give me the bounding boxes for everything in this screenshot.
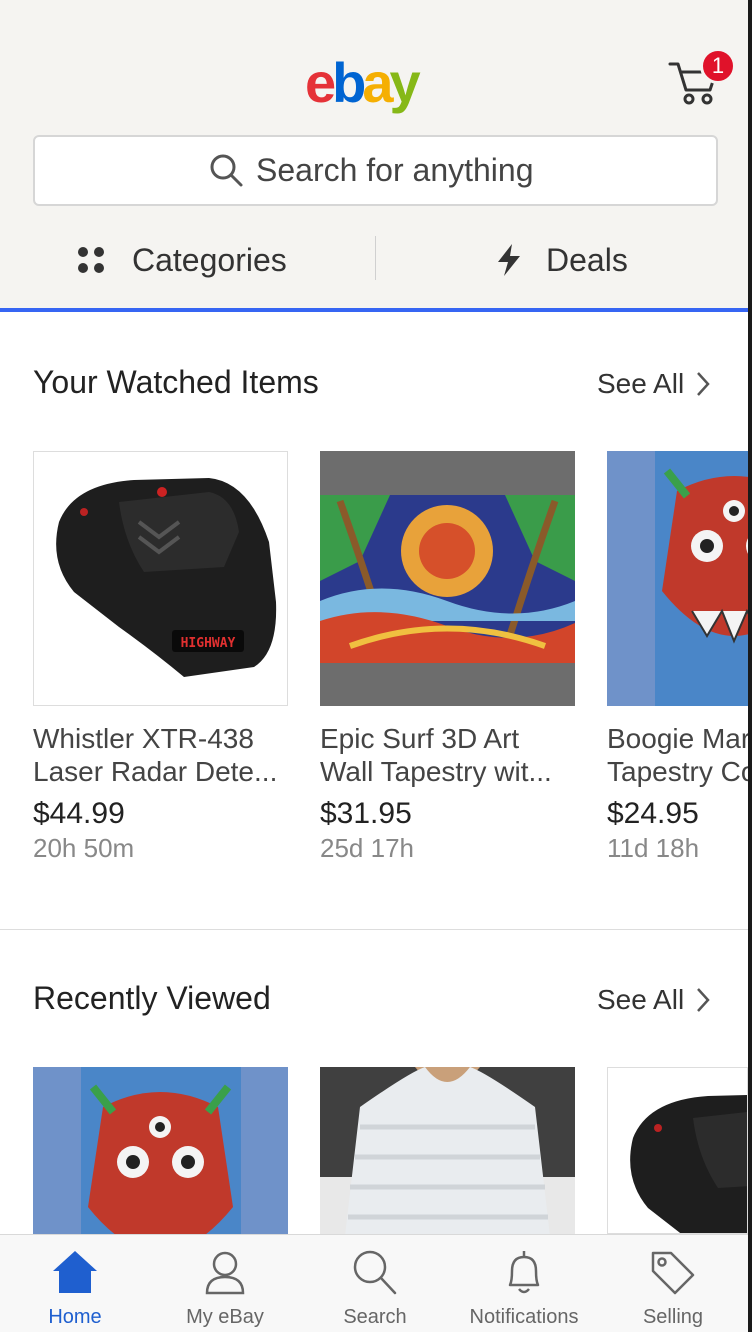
watched-item-price: $24.95 [607, 797, 699, 830]
search-icon [353, 1250, 397, 1295]
recent-item-image[interactable] [33, 1067, 288, 1234]
search-placeholder: Search for anything [256, 152, 534, 188]
tag-icon [651, 1251, 695, 1295]
svg-text:HIGHWAY: HIGHWAY [181, 636, 236, 651]
watched-section-title: Your Watched Items [33, 364, 319, 400]
screen-edge [748, 0, 752, 1332]
tab-home[interactable]: Home [0, 1235, 150, 1332]
person-icon [205, 1251, 245, 1295]
chevron-right-icon [697, 988, 710, 1012]
deals-label: Deals [546, 242, 628, 278]
watched-see-all-link[interactable]: See All [597, 364, 710, 404]
recent-section-title: Recently Viewed [33, 980, 271, 1016]
tab-notifications[interactable]: Notifications [449, 1235, 599, 1332]
watched-item-title-line1[interactable]: Epic Surf 3D Art [320, 722, 570, 755]
tab-label: Notifications [469, 1306, 579, 1328]
boogie-tapestry-image [81, 1067, 241, 1234]
tab-label: Selling [642, 1306, 704, 1328]
tab-label: My eBay [186, 1306, 264, 1328]
search-icon [210, 154, 243, 187]
watched-item-image[interactable] [607, 451, 748, 706]
categories-label: Categories [132, 242, 287, 278]
grid-dots-icon [76, 245, 106, 275]
tab-label: Search [343, 1306, 407, 1328]
white-shirt-image [320, 1067, 575, 1234]
tab-my-ebay[interactable]: My eBay [150, 1235, 300, 1332]
logo-letter-y: y [389, 51, 421, 114]
chevron-right-icon [697, 372, 710, 396]
watched-item-price: $31.95 [320, 797, 412, 830]
watched-item-time-left: 20h 50m [33, 833, 135, 863]
recent-item-image[interactable] [320, 1067, 575, 1234]
lightning-icon [498, 244, 520, 276]
logo-letter-e: e [305, 51, 336, 114]
watched-item-image[interactable]: HIGHWAY [33, 451, 288, 706]
watched-item-title-line2[interactable]: Tapestry Co [607, 755, 748, 788]
radar-detector-image: HIGHWAY [56, 478, 277, 677]
cart-count-badge: 1 [700, 48, 736, 84]
home-icon [53, 1251, 97, 1293]
deals-button[interactable]: Deals [494, 238, 628, 282]
bell-icon [508, 1251, 540, 1294]
boogie-tapestry-image [655, 451, 748, 706]
see-all-label: See All [597, 984, 685, 1015]
watched-item-title-line1[interactable]: Whistler XTR-438 [33, 722, 283, 755]
watched-item-title-line1[interactable]: Boogie Mar [607, 722, 748, 755]
bottom-tab-bar: Home My eBay Search Notifications Sellin… [0, 1234, 752, 1332]
radar-detector-image [630, 1094, 747, 1233]
ebay-logo[interactable]: ebay [305, 48, 421, 118]
watched-item-time-left: 11d 18h [607, 833, 700, 863]
tab-label: Home [48, 1306, 102, 1328]
recent-item-image[interactable] [607, 1067, 748, 1234]
watched-item-title-line2[interactable]: Laser Radar Dete... [33, 755, 283, 788]
categories-button[interactable]: Categories [76, 238, 287, 282]
see-all-label: See All [597, 368, 685, 399]
section-divider [0, 929, 752, 930]
recent-see-all-link[interactable]: See All [597, 980, 710, 1020]
tab-search[interactable]: Search [300, 1235, 450, 1332]
logo-letter-b: b [332, 51, 366, 114]
watched-item-price: $44.99 [33, 797, 125, 830]
app-header: ebay 1 Search for anything Categories De… [0, 0, 752, 312]
logo-letter-a: a [362, 51, 393, 114]
surf-tapestry-image [320, 495, 575, 663]
watched-item-image[interactable] [320, 451, 575, 706]
tab-selling[interactable]: Selling [598, 1235, 748, 1332]
watched-item-time-left: 25d 17h [320, 833, 414, 863]
watched-item-title-line2[interactable]: Wall Tapestry wit... [320, 755, 570, 788]
nav-divider [375, 236, 376, 280]
